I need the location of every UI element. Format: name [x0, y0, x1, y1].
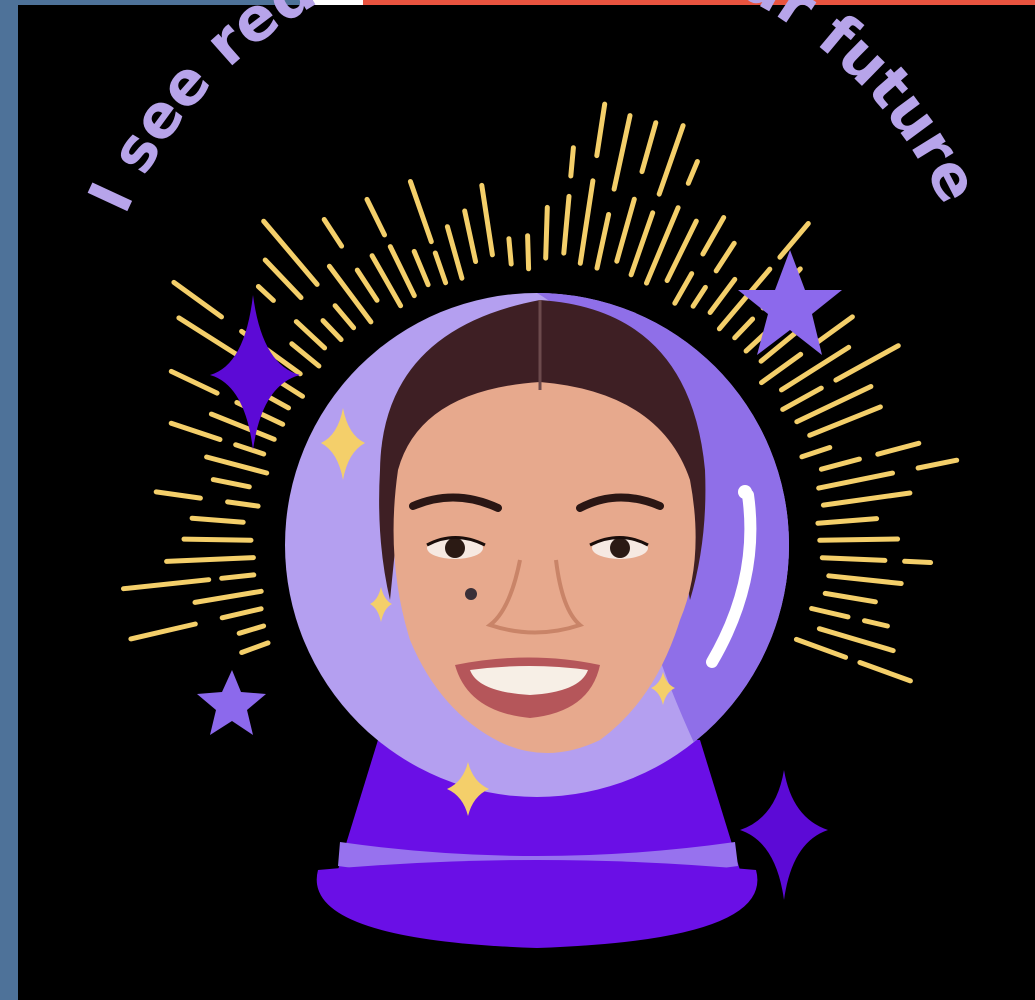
sunburst-ray [543, 204, 550, 261]
sunburst-ray [189, 515, 246, 525]
sunburst-ray [164, 555, 256, 564]
sunburst-ray [444, 224, 465, 281]
sunburst-ray [811, 314, 855, 348]
sunburst-ray [577, 178, 596, 266]
sunburst-ray [826, 573, 904, 586]
sunburst-ray [293, 319, 328, 351]
sunburst-ray [192, 588, 264, 605]
sunburst-ray [506, 236, 514, 267]
sunburst-ray [354, 267, 380, 303]
fortune-title: I see reductions in your future [75, 0, 993, 222]
sunburst-ray [713, 240, 737, 274]
sunburst-ray [121, 577, 212, 592]
sunburst-ray [153, 489, 203, 501]
sunburst-ray [685, 159, 700, 186]
sunburst-ray [690, 284, 708, 309]
sunburst-ray [809, 606, 851, 620]
sunburst-ray [332, 303, 357, 331]
sunburst-ray [561, 193, 572, 256]
sunburst-ray [321, 217, 345, 249]
sunburst-ray [707, 276, 738, 315]
sunburst-ray [181, 536, 254, 543]
sunburst-ray [262, 257, 304, 301]
sunburst-ray [233, 442, 267, 457]
sunburst-ray [915, 457, 960, 471]
sunburst-ray [225, 499, 261, 509]
sunburst-ray [816, 470, 895, 491]
fortune-title-text: I see reductions in your future [75, 0, 993, 222]
sunburst-ray [857, 660, 913, 684]
sunburst-ray [239, 640, 271, 655]
sunburst-ray [793, 636, 849, 660]
sunburst-ray [568, 145, 576, 179]
sunburst-ray [407, 179, 434, 245]
sunburst-ray [432, 250, 449, 286]
sunburst-ray [822, 590, 878, 605]
sunburst-ray [204, 454, 270, 476]
sunburst-ray [364, 196, 387, 238]
sunburst-ray [462, 208, 479, 264]
sunburst-ray [210, 477, 252, 490]
sunburst-ray [255, 284, 276, 303]
sunburst-ray [168, 368, 220, 396]
crystal-ball-illustration: I see reductions in your future [75, 0, 993, 948]
sunburst-ray [219, 606, 264, 621]
sunburst-ray [628, 210, 656, 278]
sunburst-ray [672, 271, 695, 306]
sunburst-ray [261, 218, 320, 287]
sunburst-ray [326, 263, 374, 325]
sunburst-ray [594, 212, 612, 271]
sunburst-ray [320, 318, 344, 343]
sunburst-ray [639, 120, 659, 175]
sunburst-ray [799, 445, 833, 460]
sunburst-ray [875, 440, 922, 457]
sunburst-ray [479, 182, 495, 258]
sunburst-ray [780, 385, 824, 412]
sunburst-ray [815, 516, 880, 526]
sunburst-ray [779, 344, 852, 393]
sunburst-ray [902, 558, 934, 565]
sunburst-ray [289, 341, 322, 369]
sunburst-ray [525, 233, 532, 272]
sunburst-ray [862, 618, 890, 629]
sunburst-ray [387, 244, 417, 299]
sunburst-ray [700, 215, 727, 257]
sunburst-ray [171, 279, 224, 320]
sunburst-ray [732, 316, 756, 341]
sunburst-ray [820, 490, 913, 508]
sunburst-ray [817, 536, 901, 543]
sunburst-ray [819, 555, 888, 563]
sunburst-ray [128, 621, 198, 642]
sunburst-ray [614, 196, 637, 264]
sunburst-ray [219, 572, 257, 581]
sunburst-ray [818, 456, 862, 472]
sunburst-ray [777, 221, 811, 260]
sunburst-ray [594, 101, 608, 159]
sunburst-ray [236, 623, 267, 636]
sunburst-ray [656, 123, 686, 197]
sunburst-ray [611, 113, 633, 192]
sunburst-ray [411, 248, 431, 288]
sunburst-ray [816, 626, 896, 654]
sunburst-ray [168, 420, 223, 442]
